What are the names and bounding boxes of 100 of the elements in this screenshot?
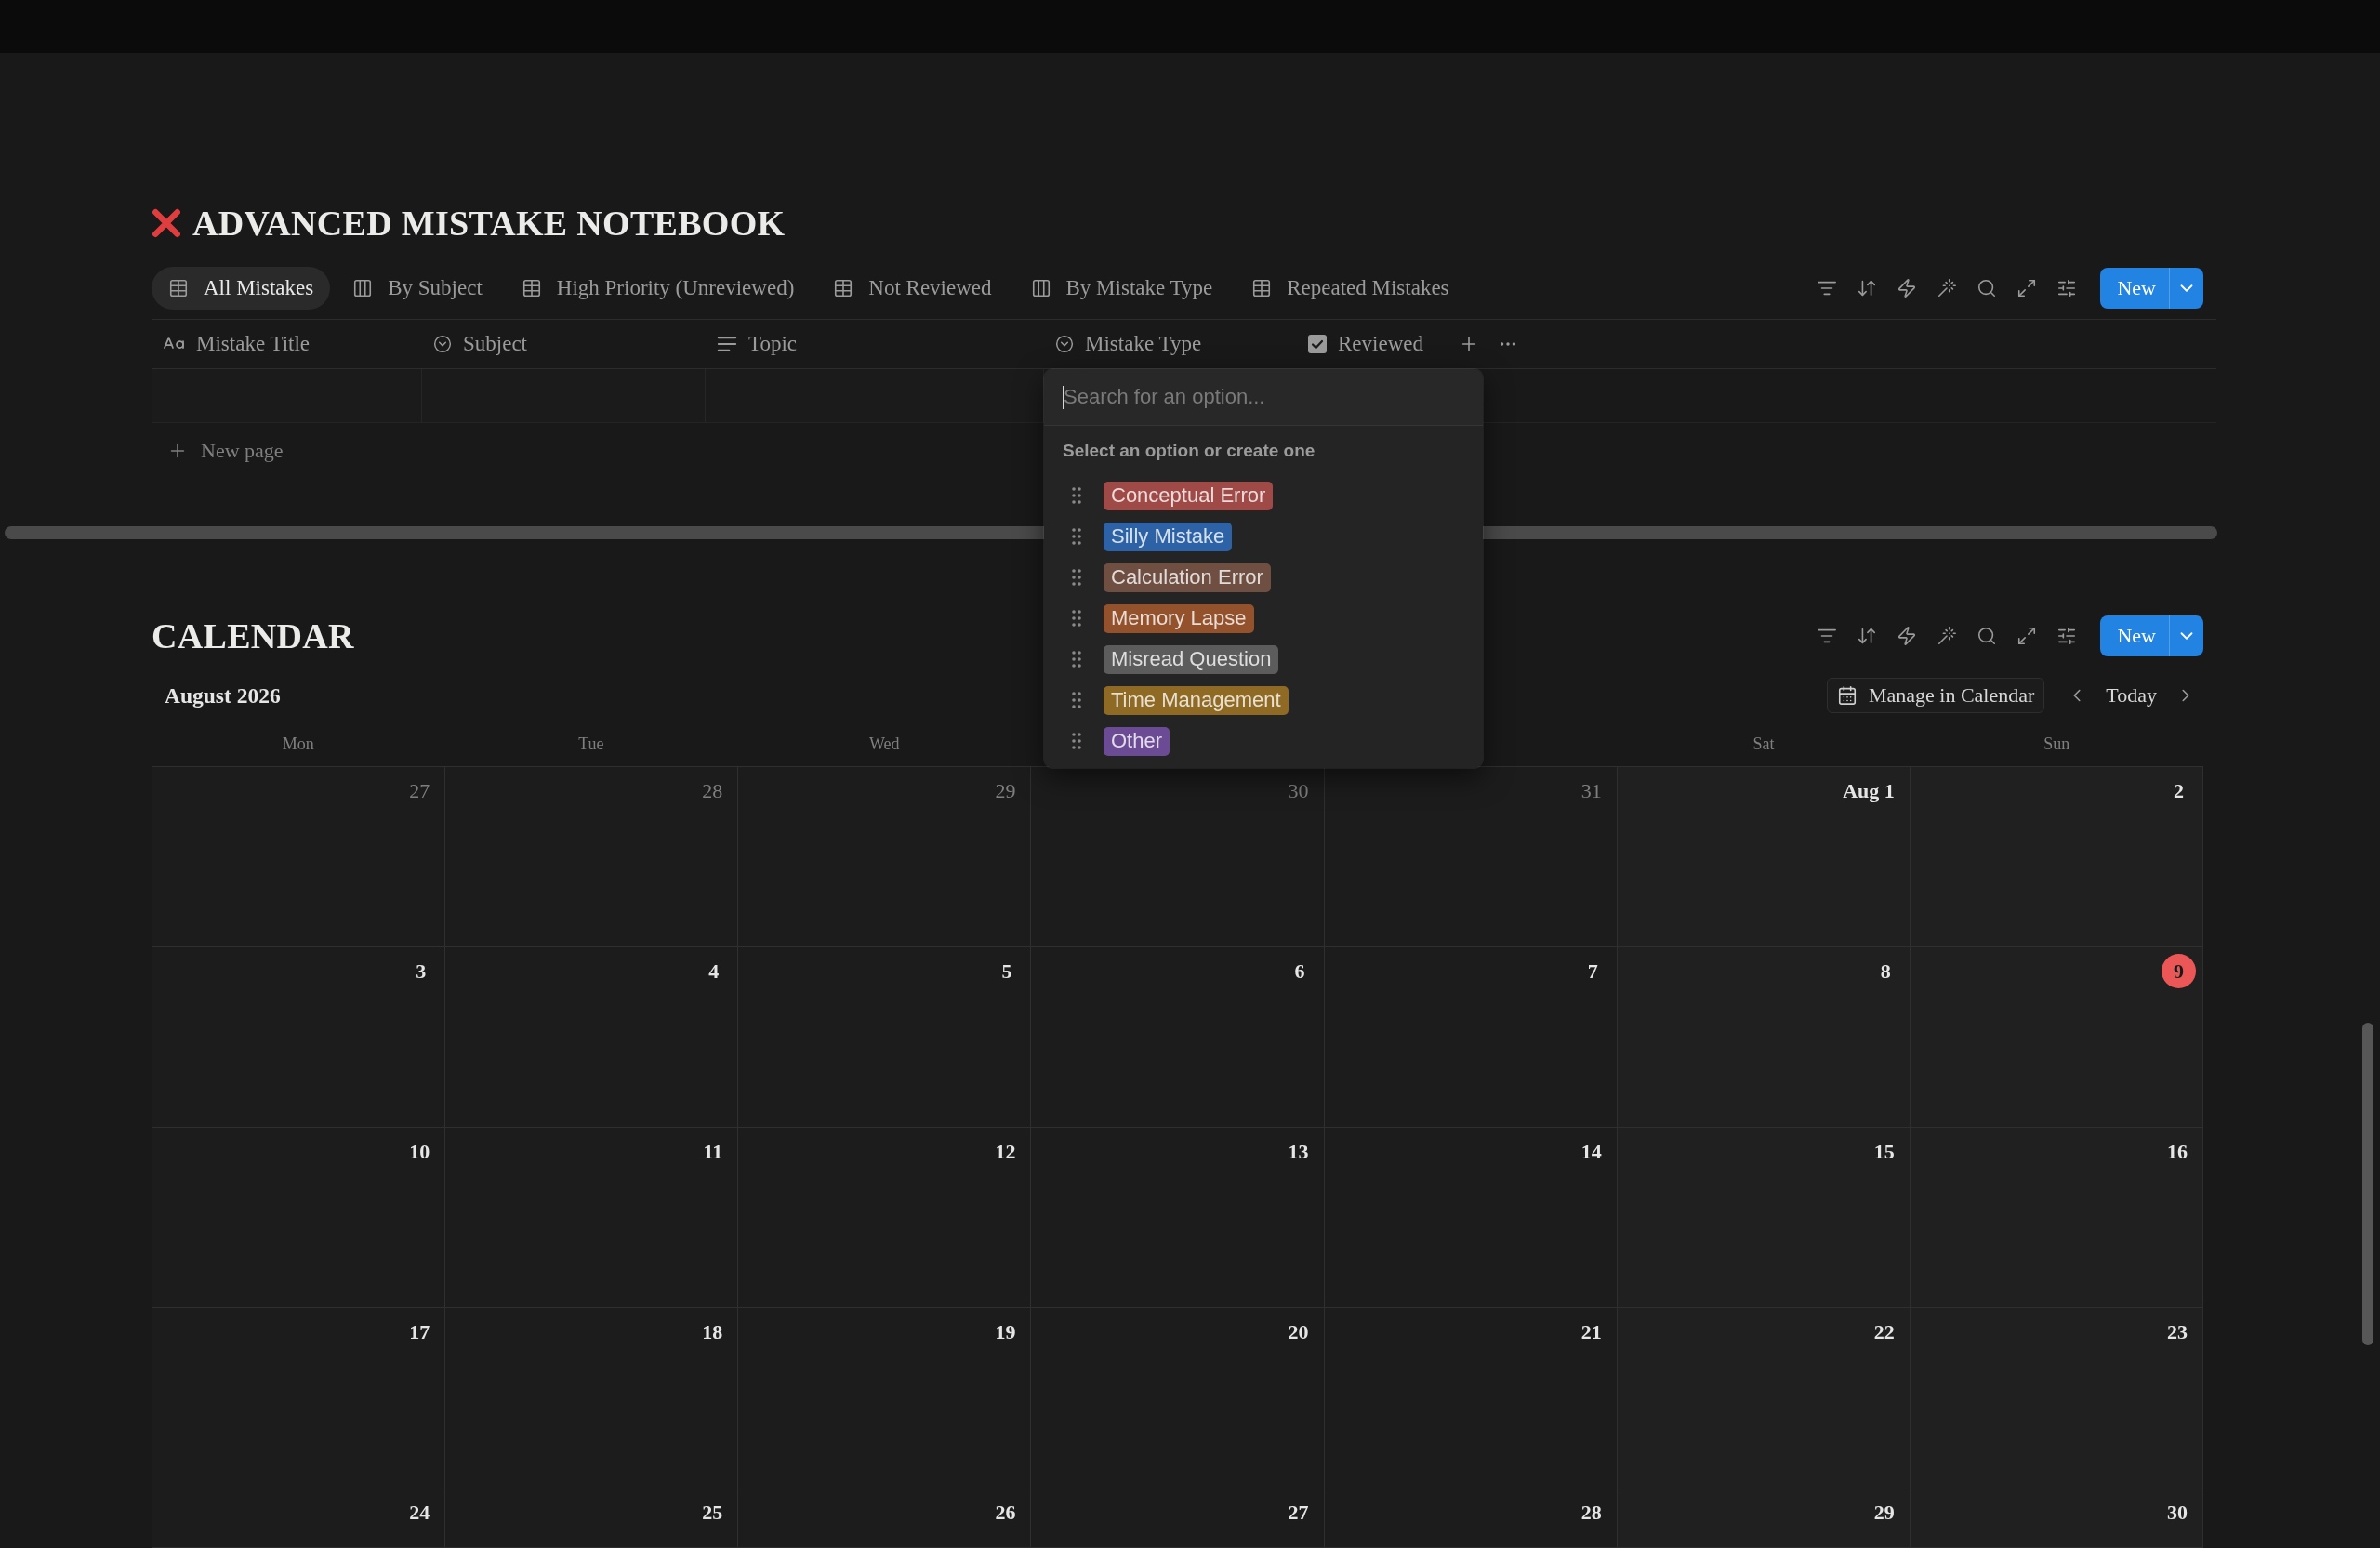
date-number: 22 <box>1872 1318 1896 1345</box>
sort-icon[interactable] <box>1857 278 1878 298</box>
view-tab[interactable]: By Subject <box>336 267 499 310</box>
date-number: 2 <box>2173 777 2185 804</box>
view-tab[interactable]: By Mistake Type <box>1013 267 1230 310</box>
option-tag[interactable]: Memory Lapse <box>1104 603 1254 633</box>
option-tag[interactable]: Time Management <box>1104 685 1289 715</box>
sort-icon[interactable] <box>1857 626 1878 646</box>
circle-chevron-icon <box>1055 335 1074 353</box>
today-button[interactable]: Today <box>2104 678 2159 713</box>
table-icon <box>521 278 542 298</box>
option-tag[interactable]: Silly Mistake <box>1104 522 1233 551</box>
date-number: 28 <box>701 777 724 804</box>
date-number: 3 <box>415 958 428 985</box>
menu-hint: Select an option or create one <box>1062 440 1316 462</box>
date-number: 14 <box>1580 1138 1603 1165</box>
date-number: 10 <box>408 1138 431 1165</box>
date-number: 4 <box>707 958 721 985</box>
option-tag[interactable]: Conceptual Error <box>1104 481 1274 510</box>
table-icon <box>1251 278 1273 298</box>
date-number: 24 <box>408 1499 431 1526</box>
vertical-scrollbar[interactable] <box>2362 1023 2373 1345</box>
date-number: Aug 1 <box>1842 777 1896 804</box>
view-tab[interactable]: Not Reviewed <box>816 267 1009 310</box>
drag-handle-icon[interactable] <box>1072 569 1081 586</box>
date-number: 15 <box>1872 1138 1896 1165</box>
date-number: 30 <box>2166 1499 2188 1526</box>
column-header[interactable]: Topic <box>717 325 798 363</box>
weekday-label: Mon <box>282 734 314 754</box>
weekday-label: Tue <box>578 734 604 754</box>
new-options-button[interactable] <box>2169 615 2203 656</box>
columns-icon <box>1030 278 1051 298</box>
option-tag[interactable]: Misread Question <box>1104 644 1279 674</box>
lightning-icon[interactable] <box>1897 626 1918 646</box>
drag-handle-icon[interactable] <box>1072 692 1081 708</box>
weekday-label: Sun <box>2043 734 2070 754</box>
new-page-button[interactable]: New page <box>152 423 284 479</box>
view-tab[interactable]: All Mistakes <box>152 267 331 310</box>
page-title: ADVANCED MISTAKE NOTEBOOK <box>192 203 786 244</box>
date-number: 31 <box>1580 777 1603 804</box>
column-header[interactable]: Mistake Type <box>1055 325 1202 363</box>
date-number: 27 <box>1287 1499 1310 1526</box>
date-number: 17 <box>408 1318 431 1345</box>
date-number: 29 <box>1872 1499 1896 1526</box>
date-number: 19 <box>994 1318 1017 1345</box>
weekday-label: Sat <box>1752 734 1775 754</box>
date-number: 21 <box>1580 1318 1603 1345</box>
drag-handle-icon[interactable] <box>1072 651 1081 668</box>
date-number: 11 <box>702 1138 724 1165</box>
checkbox-icon <box>1308 335 1327 353</box>
table-icon <box>168 278 189 298</box>
drag-handle-icon[interactable] <box>1072 487 1081 504</box>
cross-icon <box>152 208 181 238</box>
circle-chevron-icon <box>433 335 452 353</box>
text-cursor-icon <box>1063 386 1064 409</box>
manage-calendar-button[interactable]: Manage in Calendar <box>1826 678 2045 713</box>
text-lines-icon <box>717 337 737 351</box>
date-number: 18 <box>701 1318 724 1345</box>
sliders-icon[interactable] <box>2056 278 2078 298</box>
option-tag[interactable]: Other <box>1104 726 1170 756</box>
calendar-title: CALENDAR <box>152 615 354 656</box>
date-number: 25 <box>701 1499 724 1526</box>
date-number: 5 <box>1000 958 1013 985</box>
date-number: 26 <box>994 1499 1017 1526</box>
magic-wand-icon[interactable] <box>1937 278 1958 298</box>
date-number: 27 <box>408 777 431 804</box>
expand-icon[interactable] <box>2016 278 2038 298</box>
date-number: 8 <box>1879 958 1892 985</box>
search-icon[interactable] <box>1977 626 1998 646</box>
weekday-label: Wed <box>868 734 900 754</box>
drag-handle-icon[interactable] <box>1072 528 1081 545</box>
drag-handle-icon[interactable] <box>1072 733 1081 749</box>
columns-icon <box>352 278 374 298</box>
drag-handle-icon[interactable] <box>1072 610 1081 627</box>
view-tab[interactable]: Repeated Mistakes <box>1235 267 1466 310</box>
lightning-icon[interactable] <box>1897 278 1918 298</box>
date-number: 29 <box>994 777 1017 804</box>
date-number: 16 <box>2166 1138 2188 1165</box>
sliders-icon[interactable] <box>2056 626 2078 646</box>
column-header[interactable]: Reviewed <box>1308 325 1423 363</box>
search-field[interactable]: Search for an option... <box>1044 369 1483 426</box>
magic-wand-icon[interactable] <box>1937 626 1958 646</box>
date-number: 9 <box>2162 954 2196 988</box>
date-number: 7 <box>1586 958 1599 985</box>
calendar-icon <box>1836 685 1858 706</box>
expand-icon[interactable] <box>2016 626 2038 646</box>
date-number: 28 <box>1580 1499 1603 1526</box>
table-icon <box>833 278 854 298</box>
option-tag[interactable]: Calculation Error <box>1104 562 1271 592</box>
new-options-button[interactable] <box>2169 268 2203 309</box>
view-tab[interactable]: High Priority (Unreviewed) <box>504 267 812 310</box>
column-header[interactable]: Mistake Title <box>163 325 311 363</box>
search-icon[interactable] <box>1977 278 1998 298</box>
column-header[interactable]: Subject <box>433 325 527 363</box>
date-number: 13 <box>1287 1138 1310 1165</box>
date-number: 20 <box>1287 1318 1310 1345</box>
date-number: 12 <box>994 1138 1017 1165</box>
date-number: 6 <box>1293 958 1306 985</box>
new-button[interactable]: New <box>2100 268 2169 309</box>
new-button[interactable]: New <box>2100 615 2169 656</box>
